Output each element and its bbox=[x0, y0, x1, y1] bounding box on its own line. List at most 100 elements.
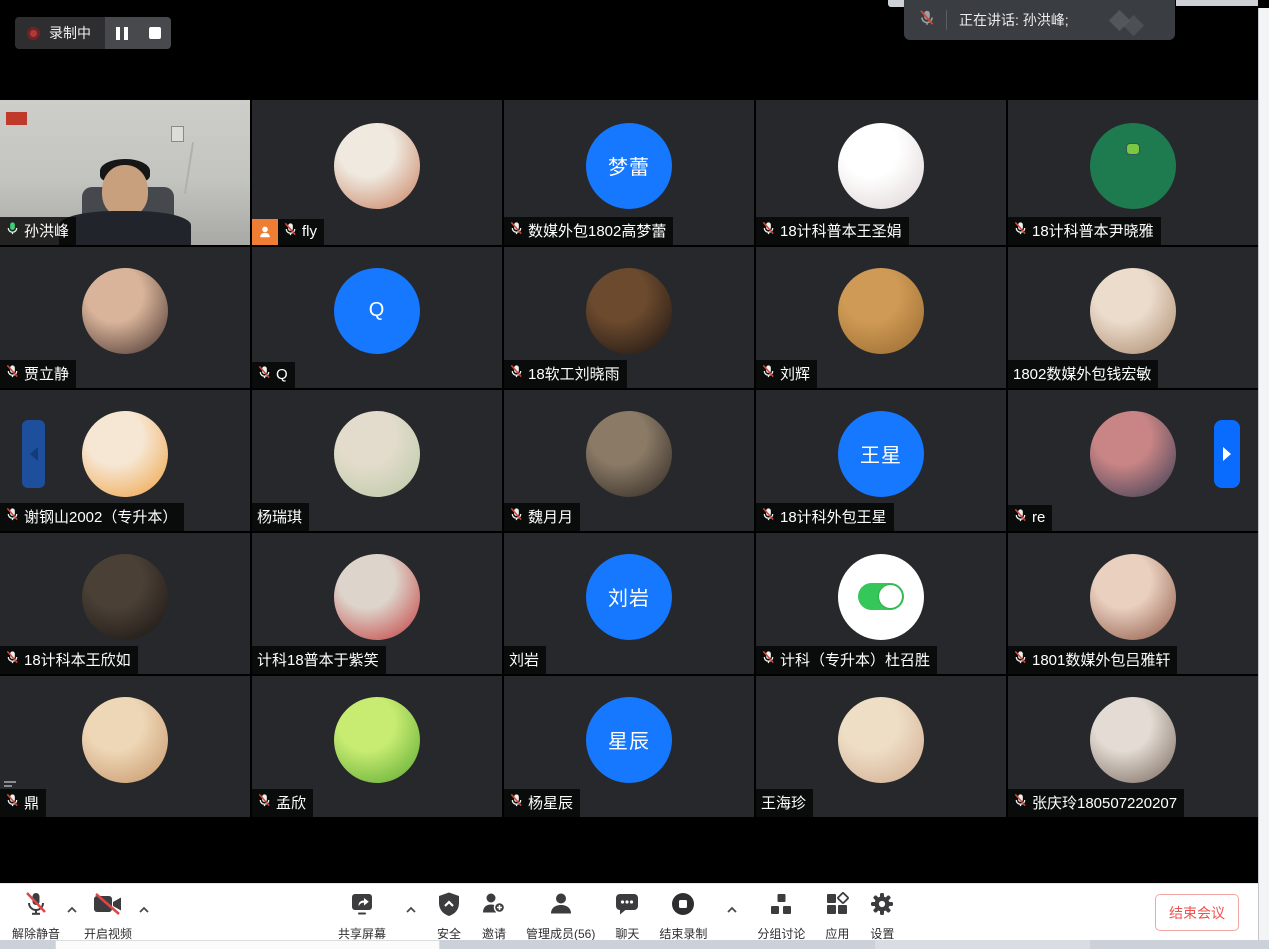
muted-mic-icon bbox=[918, 9, 936, 32]
share-screen-icon bbox=[349, 891, 375, 922]
avatar bbox=[334, 411, 420, 497]
frog-emoji bbox=[1126, 143, 1140, 155]
participant-tile[interactable]: 星辰杨星辰 bbox=[504, 676, 754, 817]
toolbar-button-share-screen[interactable]: 共享屏幕 bbox=[338, 891, 386, 942]
participant-label-row: 18计科普本尹晓雅 bbox=[1008, 217, 1161, 245]
participant-tile[interactable]: 计科（专升本）杜召胜 bbox=[756, 533, 1006, 674]
previous-page-arrow[interactable] bbox=[22, 420, 45, 488]
participant-label-row: 魏月月 bbox=[504, 503, 580, 531]
chevron-up-icon[interactable] bbox=[726, 901, 738, 919]
participant-tile[interactable]: 王星18计科外包王星 bbox=[756, 390, 1006, 531]
participant-tile[interactable]: fly bbox=[252, 100, 502, 245]
participant-tile[interactable]: 1802数媒外包钱宏敏 bbox=[1008, 247, 1258, 388]
taskbar-window-peek bbox=[55, 940, 440, 949]
participant-label-row: 数媒外包1802高梦蕾 bbox=[504, 217, 673, 245]
participant-tile[interactable]: 贾立静 bbox=[0, 247, 250, 388]
participant-name-label: 18计科普本王圣娟 bbox=[756, 217, 909, 245]
participant-tile[interactable]: 18计科本王欣如 bbox=[0, 533, 250, 674]
toolbar-button-stop-record[interactable]: 结束录制 bbox=[659, 891, 707, 942]
participant-tile[interactable]: 1801数媒外包吕雅轩 bbox=[1008, 533, 1258, 674]
chevron-up-icon[interactable] bbox=[138, 901, 150, 919]
participant-name-label: 数媒外包1802高梦蕾 bbox=[504, 217, 673, 245]
toolbar-button-invite-person-plus[interactable]: 邀请 bbox=[481, 891, 507, 942]
avatar: 星辰 bbox=[586, 697, 672, 783]
participant-tile[interactable]: 梦蕾数媒外包1802高梦蕾 bbox=[504, 100, 754, 245]
participant-tile[interactable]: 刘辉 bbox=[756, 247, 1006, 388]
toolbar-button-apps-grid[interactable]: 应用 bbox=[824, 891, 850, 942]
participant-name-label: 王海珍 bbox=[756, 789, 813, 817]
participant-label-row: Q bbox=[252, 362, 295, 388]
participant-label-row: 鼎 bbox=[0, 789, 46, 817]
chevron-up-icon[interactable] bbox=[66, 901, 78, 919]
toolbar-button-settings-gear[interactable]: 设置 bbox=[869, 891, 895, 942]
connection-stats-icon bbox=[4, 781, 16, 789]
participant-name: 计科（专升本）杜召胜 bbox=[780, 649, 930, 670]
toolbar-center-group: 共享屏幕 安全邀请管理成员(56) 聊天结束录制 分组讨论应用设置 bbox=[338, 891, 895, 942]
meeting-toolbar: 解除静音开启视频 共享屏幕安全邀请管理成员(56)聊天结束录制分组讨论应用设置 … bbox=[0, 883, 1269, 940]
pause-icon bbox=[116, 27, 128, 40]
toolbar-button-members-person[interactable]: 管理成员(56) bbox=[526, 891, 595, 942]
muted-mic-icon bbox=[1013, 650, 1028, 669]
recording-indicator: 录制中 bbox=[15, 17, 171, 49]
participant-name-label: 刘辉 bbox=[756, 360, 817, 388]
avatar-initials: 星辰 bbox=[608, 725, 650, 754]
participant-tile[interactable]: 孙洪峰 bbox=[0, 100, 250, 245]
stop-icon bbox=[149, 27, 161, 39]
participant-tile[interactable]: 王海珍 bbox=[756, 676, 1006, 817]
avatar bbox=[586, 268, 672, 354]
stop-recording-button[interactable] bbox=[138, 17, 171, 49]
toolbar-button-security-shield[interactable]: 安全 bbox=[436, 891, 462, 942]
participant-tile[interactable]: 张庆玲180507220207 bbox=[1008, 676, 1258, 817]
muted-mic-icon bbox=[5, 364, 20, 383]
participant-name-label: 张庆玲180507220207 bbox=[1008, 789, 1184, 817]
camera-off-icon bbox=[93, 891, 123, 922]
participant-tile[interactable]: 18计科普本尹晓雅 bbox=[1008, 100, 1258, 245]
recording-label: 录制中 bbox=[49, 23, 91, 43]
participant-tile[interactable]: 鼎 bbox=[0, 676, 250, 817]
participant-label-row: 孟欣 bbox=[252, 789, 313, 817]
toolbar-button-chat-bubble[interactable]: 聊天 bbox=[614, 891, 640, 942]
participant-name: re bbox=[1032, 509, 1045, 526]
participant-name: 魏月月 bbox=[528, 506, 573, 527]
avatar bbox=[838, 554, 924, 640]
participant-tile[interactable]: QQ bbox=[252, 247, 502, 388]
avatar bbox=[82, 697, 168, 783]
video-wall-sign bbox=[6, 112, 27, 125]
pause-recording-button[interactable] bbox=[105, 17, 138, 49]
chevron-up-icon[interactable] bbox=[405, 901, 417, 919]
participant-name: 杨星辰 bbox=[528, 792, 573, 813]
avatar-initials: 刘岩 bbox=[608, 582, 650, 611]
chevron-left-icon bbox=[30, 447, 38, 461]
participant-tile[interactable]: 杨瑞琪 bbox=[252, 390, 502, 531]
avatar bbox=[838, 268, 924, 354]
avatar bbox=[82, 268, 168, 354]
toolbar-button-breakout-rooms[interactable]: 分组讨论 bbox=[757, 891, 805, 942]
participant-tile[interactable]: 18软工刘晓雨 bbox=[504, 247, 754, 388]
participant-tile[interactable]: 孟欣 bbox=[252, 676, 502, 817]
participant-name: 18计科本王欣如 bbox=[24, 649, 131, 670]
participant-name: 刘岩 bbox=[509, 649, 539, 670]
participant-tile[interactable]: 18计科普本王圣娟 bbox=[756, 100, 1006, 245]
participant-name: 孟欣 bbox=[276, 792, 306, 813]
next-page-arrow[interactable] bbox=[1214, 420, 1240, 488]
toolbar-button-camera-off[interactable]: 开启视频 bbox=[84, 891, 132, 942]
avatar bbox=[1090, 411, 1176, 497]
participant-tile[interactable]: 魏月月 bbox=[504, 390, 754, 531]
participant-label-row: 刘岩 bbox=[504, 646, 546, 674]
chat-bubble-icon bbox=[614, 891, 640, 922]
participant-name-label: 贾立静 bbox=[0, 360, 76, 388]
speaking-label: 正在讲话: 孙洪峰; bbox=[959, 10, 1069, 30]
toolbar-button-mic-off[interactable]: 解除静音 bbox=[12, 891, 60, 942]
participant-name-label: 鼎 bbox=[0, 789, 46, 817]
participant-tile[interactable]: 刘岩刘岩 bbox=[504, 533, 754, 674]
toolbar-left-group: 解除静音开启视频 bbox=[12, 891, 150, 942]
participant-label-row: 王海珍 bbox=[756, 789, 813, 817]
muted-mic-icon bbox=[509, 221, 524, 240]
end-meeting-button[interactable]: 结束会议 bbox=[1155, 894, 1239, 931]
video-wall-outlet bbox=[171, 126, 184, 142]
participant-label-row: 18计科本王欣如 bbox=[0, 646, 138, 674]
settings-gear-icon bbox=[869, 891, 895, 922]
participant-tile[interactable]: 计科18普本于紫笑 bbox=[252, 533, 502, 674]
avatar-initials: 王星 bbox=[860, 439, 902, 468]
participant-name: fly bbox=[302, 223, 317, 240]
